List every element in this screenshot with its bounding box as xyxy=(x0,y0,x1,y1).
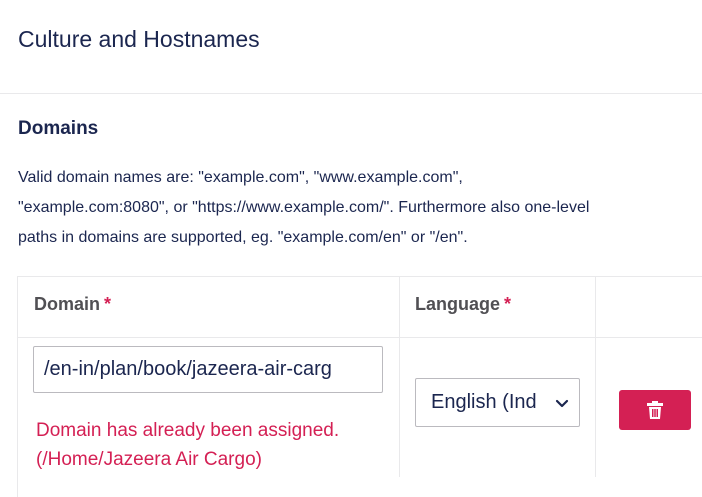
chevron-down-icon xyxy=(555,399,569,408)
required-marker: * xyxy=(504,294,512,314)
column-header-language: Language * xyxy=(415,294,511,315)
section-title-domains: Domains xyxy=(18,118,99,139)
language-select-value: English (Ind xyxy=(431,391,537,413)
column-header-domain-label: Domain xyxy=(34,294,101,314)
column-divider xyxy=(399,277,400,477)
help-line-2: "example.com:8080", or "https://www.exam… xyxy=(18,199,590,216)
table-header-divider xyxy=(17,337,702,338)
required-marker: * xyxy=(104,294,112,314)
help-line-3: paths in domains are supported, eg. "exa… xyxy=(18,229,468,246)
page-title: Culture and Hostnames xyxy=(18,26,260,52)
domains-help-text: Valid domain names are: "example.com", "… xyxy=(18,163,702,253)
column-divider xyxy=(595,277,596,477)
delete-domain-button[interactable] xyxy=(619,390,691,430)
error-line-2: (/Home/Jazeera Air Cargo) xyxy=(36,449,262,470)
help-line-1: Valid domain names are: "example.com", "… xyxy=(18,169,463,186)
column-header-domain: Domain * xyxy=(34,294,111,315)
domain-error-message: Domain has already been assigned. (/Home… xyxy=(36,416,386,474)
error-line-1: Domain has already been assigned. xyxy=(36,420,340,441)
language-select[interactable]: English (Ind xyxy=(415,378,580,427)
trash-icon xyxy=(647,401,663,419)
domain-input[interactable] xyxy=(33,346,383,393)
column-header-language-label: Language xyxy=(415,294,501,314)
header: Culture and Hostnames xyxy=(0,0,702,94)
